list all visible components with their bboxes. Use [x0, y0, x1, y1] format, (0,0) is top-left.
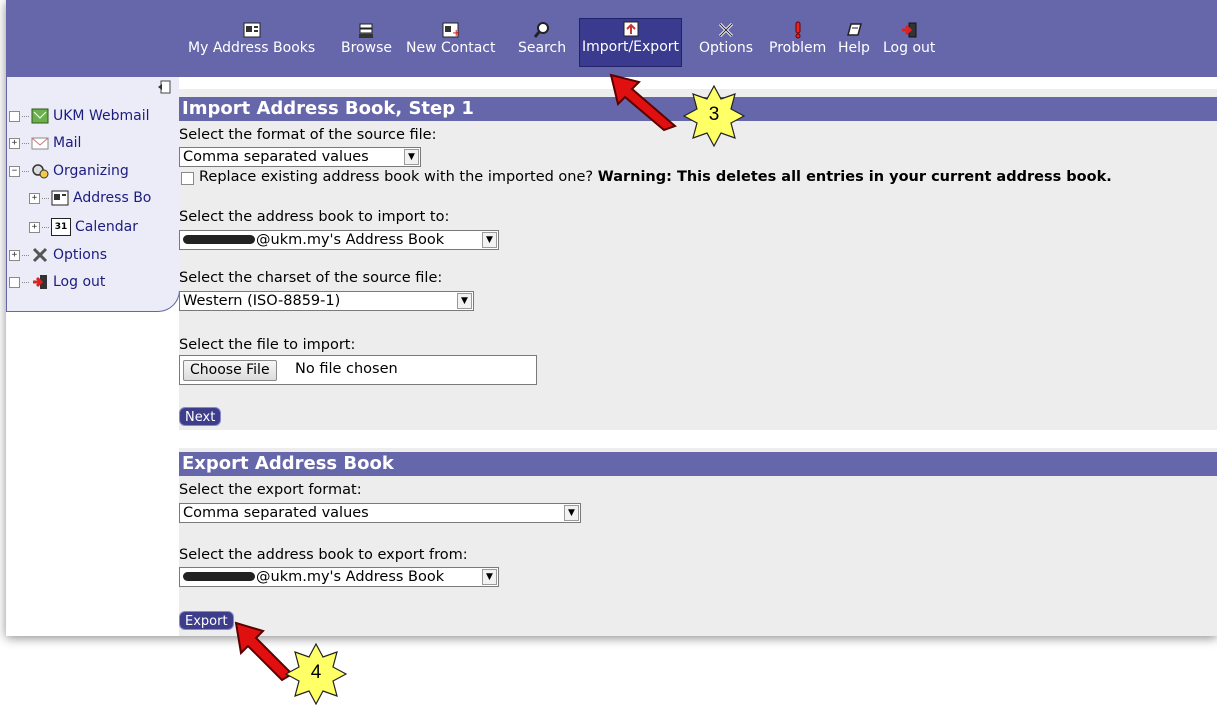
nav-label: My Address Books: [188, 40, 316, 56]
expander-box[interactable]: +: [29, 221, 40, 233]
webmail-icon: [31, 107, 49, 125]
nav-import-export[interactable]: Import/Export: [579, 18, 683, 67]
nav-help[interactable]: Help: [838, 20, 870, 57]
export-source-label: Select the address book to export from:: [179, 547, 468, 563]
nav-log-out[interactable]: Log out: [883, 20, 935, 57]
expander-box[interactable]: +: [9, 249, 20, 261]
redacted-username: [183, 234, 255, 244]
nav-label: Search: [518, 40, 567, 56]
main-content: Import Address Book, Step 1 Select the f…: [179, 77, 1217, 636]
nav-label: Help: [838, 40, 870, 56]
nav-problem[interactable]: Problem: [769, 20, 826, 57]
export-format-select[interactable]: Comma separated values ▼: [179, 503, 581, 523]
import-format-select[interactable]: Comma separated values ▼: [179, 147, 421, 167]
sidebar-item-address-book[interactable]: + Address Bo: [29, 188, 151, 208]
replace-label: Replace existing address book with the i…: [199, 169, 594, 185]
calendar-badge: 31: [54, 222, 68, 232]
collapse-sidebar-icon[interactable]: [157, 80, 171, 94]
expander-box[interactable]: −: [9, 165, 20, 177]
nav-label: Import/Export: [582, 39, 680, 55]
browse-icon: [356, 20, 376, 40]
import-target-value: @ukm.my's Address Book: [256, 232, 445, 248]
address-book-icon: [51, 189, 69, 207]
export-format-value: Comma separated values: [183, 505, 369, 521]
import-export-icon: [621, 19, 641, 39]
import-format-value: Comma separated values: [183, 149, 369, 165]
export-button[interactable]: Export: [179, 611, 234, 630]
expander-box[interactable]: +: [9, 137, 20, 149]
chevron-down-icon: ▼: [404, 149, 419, 165]
nav-label: Browse: [341, 40, 392, 56]
sidebar-item-label: Organizing: [53, 163, 129, 179]
redacted-username: [183, 571, 255, 581]
callout-star-3: 3: [682, 84, 746, 148]
sidebar-item-label: Address Bo: [73, 190, 152, 206]
import-format-label: Select the format of the source file:: [179, 127, 437, 143]
nav-label: Log out: [883, 40, 936, 56]
address-book-icon: [242, 20, 262, 40]
chevron-down-icon: ▼: [482, 569, 497, 585]
sidebar-item-label: Options: [53, 247, 108, 263]
callout-star-4: 4: [284, 642, 348, 706]
options-icon: [31, 246, 49, 264]
expander-box[interactable]: +: [29, 192, 40, 204]
logout-icon: [899, 20, 919, 40]
new-contact-icon: +: [441, 20, 461, 40]
organizing-icon: [31, 162, 49, 180]
nav-label: New Contact: [406, 40, 496, 56]
import-target-label: Select the address book to import to:: [179, 209, 450, 225]
export-source-select[interactable]: @ukm.my's Address Book ▼: [179, 567, 499, 587]
logout-icon: [31, 273, 49, 291]
callout-number-3: 3: [708, 104, 720, 125]
import-target-select[interactable]: @ukm.my's Address Book ▼: [179, 230, 499, 250]
charset-select[interactable]: Western (ISO-8859-1) ▼: [179, 291, 474, 311]
sidebar-item-mail[interactable]: + Mail: [9, 133, 81, 153]
sidebar-item-label: UKM Webmail: [53, 108, 150, 124]
nav-label: Options: [699, 40, 754, 56]
nav-label: Problem: [769, 40, 827, 56]
options-icon: [716, 20, 736, 40]
file-input[interactable]: Choose File No file chosen: [179, 355, 537, 385]
replace-option-text: Replace existing address book with the i…: [199, 169, 1112, 185]
sidebar-item-organizing[interactable]: − Organizing: [9, 161, 129, 181]
choose-file-button[interactable]: Choose File: [183, 360, 277, 381]
search-icon: [532, 20, 552, 40]
callout-number-4: 4: [310, 662, 322, 683]
sidebar-item-label: Log out: [53, 274, 106, 290]
calendar-icon: 31: [51, 218, 71, 236]
mail-icon: [31, 134, 49, 152]
nav-my-address-books[interactable]: My Address Books: [188, 20, 315, 57]
svg-text:+: +: [452, 28, 460, 38]
callout-arrow-3: [609, 73, 677, 132]
nav-options[interactable]: Options: [699, 20, 753, 57]
chevron-down-icon: ▼: [482, 232, 497, 248]
sidebar-item-ukm-webmail[interactable]: UKM Webmail: [9, 106, 149, 126]
top-navigation-bar: My Address Books Browse + New Contact Se…: [6, 0, 1217, 77]
problem-icon: [788, 20, 808, 40]
sidebar-item-label: Mail: [53, 135, 82, 151]
export-section-header: Export Address Book: [179, 452, 1217, 476]
export-source-value: @ukm.my's Address Book: [256, 569, 445, 585]
nav-browse[interactable]: Browse: [341, 20, 392, 57]
replace-warning: Warning: This deletes all entries in you…: [597, 169, 1112, 185]
sidebar-item-calendar[interactable]: + 31 Calendar: [29, 217, 138, 237]
charset-value: Western (ISO-8859-1): [183, 293, 341, 309]
replace-checkbox[interactable]: [181, 172, 194, 185]
help-icon: [844, 20, 864, 40]
sidebar-item-options[interactable]: + Options: [9, 245, 107, 265]
chevron-down-icon: ▼: [564, 505, 579, 521]
charset-label: Select the charset of the source file:: [179, 270, 443, 286]
chevron-down-icon: ▼: [457, 293, 472, 309]
next-button[interactable]: Next: [179, 407, 222, 426]
file-label: Select the file to import:: [179, 337, 356, 353]
expander-box: [9, 110, 20, 122]
expander-box: [9, 276, 20, 288]
file-status: No file chosen: [295, 361, 398, 377]
export-format-label: Select the export format:: [179, 482, 362, 498]
sidebar-tree: UKM Webmail + Mail − Organizing + Addres…: [6, 77, 180, 312]
sidebar-item-label: Calendar: [75, 219, 138, 235]
nav-search[interactable]: Search: [518, 20, 566, 57]
nav-new-contact[interactable]: + New Contact: [406, 20, 495, 57]
sidebar-item-log-out[interactable]: Log out: [9, 272, 105, 292]
